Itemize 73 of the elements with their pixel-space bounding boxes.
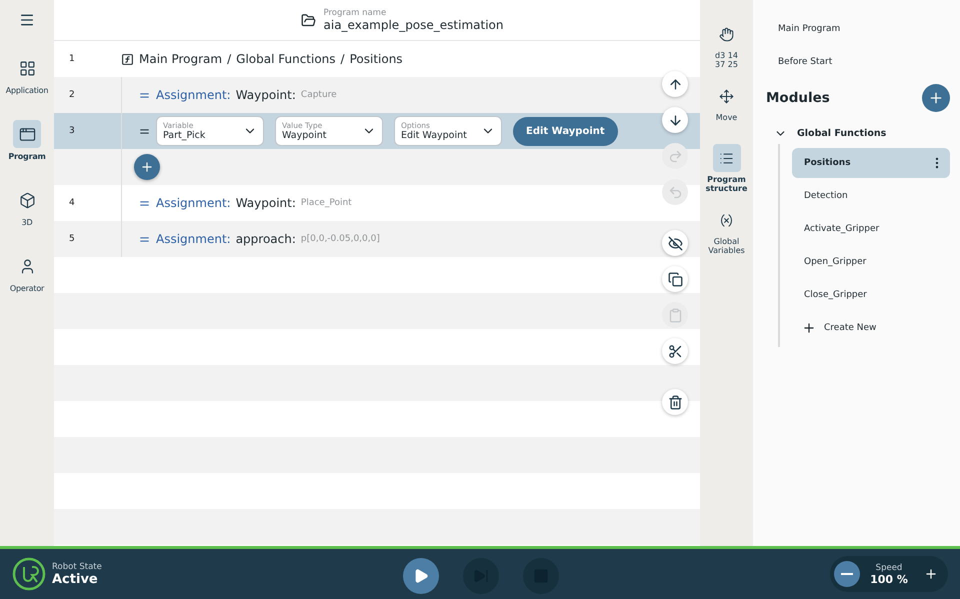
eye-off-icon — [668, 236, 682, 250]
side-tab[interactable]: Global Variables — [700, 206, 753, 260]
module-item[interactable]: Positions — [792, 148, 950, 178]
undo-icon — [668, 184, 682, 200]
nav-item[interactable]: Application — [0, 54, 54, 116]
module-item[interactable]: Close_Gripper — [792, 280, 950, 310]
program-section[interactable]: Before Start — [778, 45, 950, 78]
variable-name: Waypoint: — [236, 196, 296, 210]
copy-button[interactable] — [662, 266, 688, 292]
breadcrumb-item[interactable]: Main Program — [139, 52, 222, 66]
delete-button[interactable] — [662, 389, 688, 415]
breadcrumb-separator: / — [340, 52, 345, 66]
add-button[interactable] — [134, 154, 160, 180]
module-item[interactable]: Activate_Gripper — [792, 214, 950, 244]
folder-icon — [300, 12, 316, 28]
play-button[interactable] — [403, 558, 439, 594]
statement-keyword: Assignment: — [156, 232, 231, 246]
copy-icon — [668, 272, 682, 286]
robot-state: Active — [52, 572, 99, 586]
panel-title: Modules — [766, 90, 830, 106]
variable-value: Place_Point — [300, 198, 352, 208]
program-section[interactable]: Main Program — [778, 12, 950, 45]
trash-icon — [668, 394, 682, 410]
field-label: Program name — [324, 8, 388, 18]
menu-icon[interactable] — [19, 12, 35, 28]
speed-value: 100 % — [870, 572, 908, 586]
line-number: 4 — [68, 197, 76, 210]
line-number: 2 — [68, 89, 76, 102]
line-number: 3 — [68, 125, 76, 138]
play-icon — [413, 568, 429, 584]
program-name: aia_example_pose_estimation — [324, 18, 504, 32]
variable-icon — [719, 212, 734, 228]
nav-item[interactable]: 3D — [0, 186, 54, 248]
statement-keyword: Assignment: — [156, 196, 231, 210]
hand-icon — [719, 26, 734, 42]
variable-name: Waypoint: — [236, 88, 296, 102]
function-icon — [121, 52, 134, 66]
side-tab[interactable]: Program structure — [700, 144, 753, 198]
module-item[interactable]: Open_Gripper — [792, 247, 950, 277]
nav-item[interactable]: Program — [0, 120, 54, 182]
move-icon — [719, 88, 734, 104]
breadcrumb-item[interactable]: Global Functions — [236, 52, 336, 66]
variable-value: p[0,0,-0.05,0,0,0] — [300, 234, 380, 244]
plus-icon — [802, 321, 816, 335]
nav-item[interactable]: Operator — [0, 252, 54, 314]
redo-icon — [668, 148, 682, 164]
side-tab[interactable]: Move — [700, 82, 753, 136]
window-icon — [18, 126, 36, 142]
line-number: 5 — [68, 233, 76, 246]
breadcrumb-separator: / — [227, 52, 232, 66]
cube-icon — [18, 192, 36, 208]
grid-icon — [18, 60, 36, 76]
arrow-down-icon — [668, 112, 682, 128]
edit-waypoint-button[interactable]: Edit Waypoint — [513, 116, 618, 146]
side-tab[interactable]: d3 14 37 25 — [700, 20, 753, 74]
clipboard-icon — [668, 308, 682, 322]
minus-icon — [841, 573, 853, 575]
scissors-icon — [668, 344, 682, 358]
create-new-button[interactable]: Create New — [792, 313, 950, 343]
module-item[interactable]: Detection — [792, 181, 950, 211]
robot-state-label: Robot State — [52, 562, 102, 572]
add-module-button[interactable] — [922, 84, 950, 112]
speed-label: Speed — [876, 562, 902, 572]
line-number: 1 — [68, 53, 76, 66]
tree-group[interactable]: Global Functions — [774, 122, 950, 144]
variable-name: approach: — [236, 232, 296, 246]
decrease-speed-button[interactable] — [834, 561, 860, 587]
statement-keyword: Assignment: — [156, 88, 231, 102]
breadcrumb-item[interactable]: Positions — [350, 52, 403, 66]
logo-icon — [12, 557, 46, 591]
cut-button[interactable] — [662, 338, 688, 364]
variable-value: Capture — [300, 90, 337, 100]
list-icon — [719, 150, 734, 166]
